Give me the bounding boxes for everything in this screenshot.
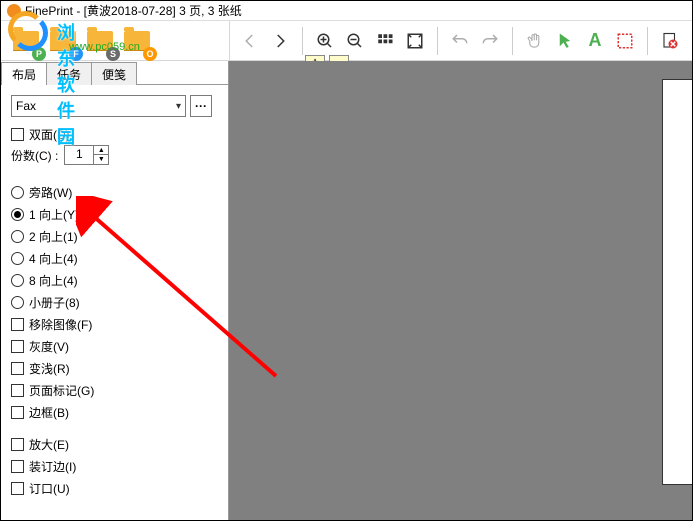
prev-button[interactable] bbox=[236, 27, 264, 55]
badge-o: O bbox=[143, 47, 157, 61]
folder-s-button[interactable]: S bbox=[83, 24, 117, 58]
option-label: 订口(U) bbox=[29, 480, 70, 497]
preview-area[interactable] bbox=[229, 61, 692, 520]
checkbox-icon bbox=[11, 318, 24, 331]
copies-label: 份数(C) : bbox=[11, 147, 58, 164]
printer-selected: Fax bbox=[16, 99, 36, 113]
badge-p: P bbox=[32, 47, 46, 61]
chk-binding[interactable]: 装订边(I) bbox=[11, 455, 218, 477]
radio-label: 1 向上(Y) bbox=[29, 206, 79, 223]
separator bbox=[437, 27, 438, 55]
pointer-tool-button[interactable] bbox=[551, 27, 579, 55]
checkbox-icon bbox=[11, 406, 24, 419]
checkbox-icon bbox=[11, 384, 24, 397]
spin-up-icon: ▲ bbox=[94, 146, 108, 155]
duplex-checkbox[interactable]: 双面(D) bbox=[11, 123, 218, 145]
preview-toolbar: A + − bbox=[229, 21, 692, 61]
chevron-down-icon: ▾ bbox=[176, 101, 181, 112]
undo-button[interactable] bbox=[446, 27, 474, 55]
redo-button[interactable] bbox=[476, 27, 504, 55]
grid-view-button[interactable] bbox=[371, 27, 399, 55]
page-preview[interactable] bbox=[662, 79, 692, 485]
checkbox-icon bbox=[11, 482, 24, 495]
option-label: 装订边(I) bbox=[29, 458, 76, 475]
copies-value[interactable]: 1 bbox=[64, 145, 94, 165]
radio-label: 8 向上(4) bbox=[29, 272, 78, 289]
fullscreen-button[interactable] bbox=[401, 27, 429, 55]
printer-more-button[interactable]: ··· bbox=[190, 95, 212, 117]
hand-tool-button[interactable] bbox=[521, 27, 549, 55]
separator bbox=[512, 27, 513, 55]
radio-label: 小册子(8) bbox=[29, 294, 80, 311]
tab-layout[interactable]: 布局 bbox=[1, 62, 47, 85]
window-title: FinePrint - [黄波2018-07-28] 3 页, 3 张纸 bbox=[25, 2, 242, 19]
badge-s: S bbox=[106, 47, 120, 61]
copies-spinner[interactable]: 1 ▲▼ bbox=[64, 145, 109, 165]
chk-gutter[interactable]: 订口(U) bbox=[11, 477, 218, 499]
checkbox-icon bbox=[11, 460, 24, 473]
radio-icon bbox=[11, 186, 24, 199]
printer-dropdown[interactable]: Fax ▾ bbox=[11, 95, 186, 117]
folder-f-button[interactable]: F bbox=[46, 24, 80, 58]
option-label: 灰度(V) bbox=[29, 338, 69, 355]
checkbox-icon bbox=[11, 362, 24, 375]
radio-icon bbox=[11, 208, 24, 221]
app-icon bbox=[7, 4, 21, 18]
radio-label: 旁路(W) bbox=[29, 184, 72, 201]
chk-enlarge[interactable]: 放大(E) bbox=[11, 433, 218, 455]
option-label: 放大(E) bbox=[29, 436, 69, 453]
duplex-label: 双面(D) bbox=[29, 126, 70, 143]
spinner-buttons[interactable]: ▲▼ bbox=[94, 145, 109, 165]
zoom-in-button[interactable] bbox=[311, 27, 339, 55]
radio-icon bbox=[11, 252, 24, 265]
radio-icon bbox=[11, 274, 24, 287]
delete-page-button[interactable] bbox=[656, 27, 684, 55]
folder-p-button[interactable]: P bbox=[9, 24, 43, 58]
tab-strip: 布局 任务 便笺 bbox=[1, 61, 228, 85]
folder-o-button[interactable]: O bbox=[120, 24, 154, 58]
spin-down-icon: ▼ bbox=[94, 155, 108, 164]
separator bbox=[302, 27, 303, 55]
next-button[interactable] bbox=[266, 27, 294, 55]
text-tool-button[interactable]: A bbox=[581, 27, 609, 55]
zoom-out-button[interactable] bbox=[341, 27, 369, 55]
option-label: 边框(B) bbox=[29, 404, 69, 421]
checkbox-icon bbox=[11, 438, 24, 451]
badge-f: F bbox=[69, 47, 83, 61]
radio-icon bbox=[11, 296, 24, 309]
select-area-button[interactable] bbox=[611, 27, 639, 55]
radio-label: 2 向上(1) bbox=[29, 228, 78, 245]
annotation-arrow-icon bbox=[76, 196, 286, 386]
radio-label: 4 向上(4) bbox=[29, 250, 78, 267]
checkbox-icon bbox=[11, 340, 24, 353]
checkbox-icon bbox=[11, 128, 24, 141]
option-label: 变浅(R) bbox=[29, 360, 70, 377]
tab-notes[interactable]: 便笺 bbox=[91, 62, 137, 85]
tab-jobs[interactable]: 任务 bbox=[46, 62, 92, 85]
separator bbox=[647, 27, 648, 55]
chk-border[interactable]: 边框(B) bbox=[11, 401, 218, 423]
radio-icon bbox=[11, 230, 24, 243]
title-bar: FinePrint - [黄波2018-07-28] 3 页, 3 张纸 bbox=[1, 1, 692, 21]
